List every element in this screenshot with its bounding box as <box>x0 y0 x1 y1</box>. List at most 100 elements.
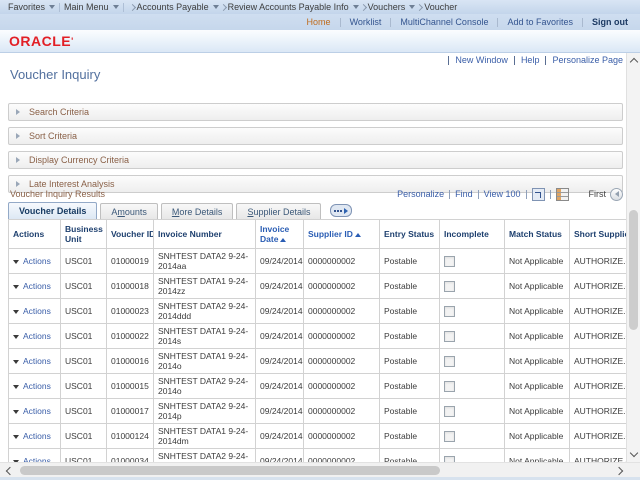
voucher-id-cell: 01000016 <box>107 349 154 374</box>
incomplete-checkbox[interactable] <box>444 306 455 317</box>
first-page-button[interactable] <box>610 188 623 201</box>
column-header-invoice-number[interactable]: Invoice Number <box>154 220 256 249</box>
tab-voucher-details[interactable]: Voucher Details <box>8 202 97 219</box>
actions-caret-icon[interactable] <box>13 360 19 364</box>
actions-caret-icon[interactable] <box>13 285 19 289</box>
multichannel-console-link[interactable]: MultiChannel Console <box>400 17 488 27</box>
zoom-grid-icon[interactable] <box>532 188 545 201</box>
tab-supplier-details[interactable]: Supplier Details <box>236 203 321 219</box>
section-header[interactable]: Search Criteria <box>8 103 623 121</box>
actions-caret-icon[interactable] <box>13 260 19 264</box>
find-link[interactable]: Find <box>455 189 473 199</box>
entry-status-cell: Postable <box>380 299 440 324</box>
row-actions-link[interactable]: Actions <box>23 356 51 366</box>
breadcrumb-item[interactable]: Accounts Payable <box>137 2 219 12</box>
personalize-link[interactable]: Personalize <box>397 189 444 199</box>
vertical-scrollbar-thumb[interactable] <box>629 210 638 330</box>
dropdown-caret-icon[interactable] <box>49 5 55 9</box>
column-header-voucher-id[interactable]: Voucher ID <box>107 220 154 249</box>
incomplete-checkbox[interactable] <box>444 331 455 342</box>
incomplete-checkbox[interactable] <box>444 356 455 367</box>
section-header[interactable]: Sort Criteria <box>8 127 623 145</box>
horizontal-scrollbar[interactable] <box>0 462 640 478</box>
expand-arrow-icon[interactable] <box>16 157 20 163</box>
breadcrumb-item[interactable]: Review Accounts Payable Info <box>228 2 359 12</box>
column-header-invoice-date[interactable]: Invoice Date <box>256 220 304 249</box>
incomplete-checkbox[interactable] <box>444 281 455 292</box>
column-header-match-status[interactable]: Match Status <box>505 220 570 249</box>
actions-caret-icon[interactable] <box>13 435 19 439</box>
vertical-scrollbar[interactable] <box>626 53 640 462</box>
row-actions-link[interactable]: Actions <box>23 256 51 266</box>
invoice-date-cell: 09/24/2014 <box>256 399 304 424</box>
business-unit-cell: USC01 <box>61 399 107 424</box>
expand-arrow-icon[interactable] <box>16 109 20 115</box>
actions-cell: Actions <box>9 274 61 299</box>
section-header[interactable]: Display Currency Criteria <box>8 151 623 169</box>
actions-caret-icon[interactable] <box>13 410 19 414</box>
worklist-link[interactable]: Worklist <box>350 17 382 27</box>
horizontal-scrollbar-thumb[interactable] <box>20 466 440 475</box>
scroll-right-button[interactable] <box>615 467 623 475</box>
download-to-excel-icon[interactable] <box>556 188 569 201</box>
dropdown-caret-icon[interactable] <box>213 5 219 9</box>
column-header-business-unit[interactable]: Business Unit <box>61 220 107 249</box>
business-unit-cell: USC01 <box>61 449 107 463</box>
entry-status-cell: Postable <box>380 324 440 349</box>
incomplete-cell <box>440 449 505 463</box>
invoice-number-cell: SNHTEST DATA1 9-24-2014dm <box>154 424 256 449</box>
match-status-cell: Not Applicable <box>505 424 570 449</box>
supplier-id-cell: 0000000002 <box>304 274 380 299</box>
short-supplier-cell: AUTHORIZE.-00 <box>570 374 628 399</box>
table-row: ActionsUSC0101000019SNHTEST DATA2 9-24-2… <box>9 249 628 274</box>
breadcrumb-item[interactable]: Vouchers <box>368 2 416 12</box>
column-header-incomplete[interactable]: Incomplete <box>440 220 505 249</box>
column-header-supplier-id[interactable]: Supplier ID <box>304 220 380 249</box>
sign-out-link[interactable]: Sign out <box>592 17 628 27</box>
row-actions-link[interactable]: Actions <box>23 306 51 316</box>
supplier-id-cell: 0000000002 <box>304 249 380 274</box>
show-all-tabs-icon[interactable] <box>330 204 352 217</box>
actions-caret-icon[interactable] <box>13 385 19 389</box>
help-link[interactable]: Help <box>521 55 540 65</box>
column-header-entry-status[interactable]: Entry Status <box>380 220 440 249</box>
short-supplier-cell: AUTHORIZE.-00 <box>570 249 628 274</box>
voucher-id-cell: 01000022 <box>107 324 154 349</box>
tab-more-details[interactable]: More Details <box>161 203 234 219</box>
add-to-favorites-link[interactable]: Add to Favorites <box>507 17 573 27</box>
incomplete-checkbox[interactable] <box>444 256 455 267</box>
dropdown-caret-icon[interactable] <box>409 5 415 9</box>
view-100-link[interactable]: View 100 <box>484 189 521 199</box>
row-actions-link[interactable]: Actions <box>23 281 51 291</box>
scroll-down-button[interactable] <box>630 449 638 457</box>
breadcrumb-chevron-icon <box>129 3 136 10</box>
new-window-link[interactable]: New Window <box>455 55 508 65</box>
breadcrumb-item[interactable]: Main Menu <box>64 2 119 12</box>
invoice-number-cell: SNHTEST DATA1 9-24-2014s <box>154 324 256 349</box>
oracle-logo-tick: ' <box>71 36 73 46</box>
row-actions-link[interactable]: Actions <box>23 406 51 416</box>
dropdown-caret-icon[interactable] <box>113 5 119 9</box>
row-actions-link[interactable]: Actions <box>23 381 51 391</box>
incomplete-checkbox[interactable] <box>444 406 455 417</box>
expand-arrow-icon[interactable] <box>16 133 20 139</box>
breadcrumb-item-label: Review Accounts Payable Info <box>228 2 349 12</box>
row-actions-link[interactable]: Actions <box>23 331 51 341</box>
column-header-actions[interactable]: Actions <box>9 220 61 249</box>
dropdown-caret-icon[interactable] <box>353 5 359 9</box>
column-header-short-supplier-na[interactable]: Short Supplier Na <box>570 220 628 249</box>
breadcrumb-item[interactable]: Voucher <box>424 2 457 12</box>
actions-caret-icon[interactable] <box>13 310 19 314</box>
invoice-date-cell: 09/24/2014 <box>256 249 304 274</box>
personalize-page-link[interactable]: Personalize Page <box>552 55 623 65</box>
actions-caret-icon[interactable] <box>13 335 19 339</box>
row-actions-link[interactable]: Actions <box>23 431 51 441</box>
scroll-up-button[interactable] <box>630 58 638 66</box>
scroll-left-button[interactable] <box>6 467 14 475</box>
tab-amounts[interactable]: Amounts <box>100 203 158 219</box>
breadcrumb-item[interactable]: Favorites <box>8 2 55 12</box>
incomplete-checkbox[interactable] <box>444 381 455 392</box>
actions-cell: Actions <box>9 449 61 463</box>
incomplete-checkbox[interactable] <box>444 431 455 442</box>
home-link[interactable]: Home <box>307 17 331 27</box>
